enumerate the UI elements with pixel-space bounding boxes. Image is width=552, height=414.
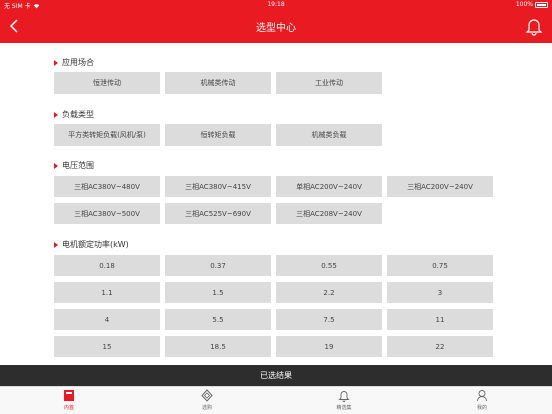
option-load-type[interactable]: 平方类转矩负载(风机/泵) bbox=[54, 124, 160, 146]
option-voltage[interactable]: 单相AC200V~240V bbox=[276, 176, 382, 197]
option-power[interactable]: 0.55 bbox=[276, 255, 382, 276]
option-voltage[interactable]: 三相AC525V~690V bbox=[165, 203, 271, 224]
option-power[interactable]: 0.37 bbox=[165, 255, 271, 276]
option-power[interactable]: 7.5 bbox=[276, 309, 382, 330]
selected-results-button[interactable]: 已选结果 bbox=[0, 365, 552, 386]
triangle-marker-icon bbox=[54, 162, 58, 169]
option-power[interactable]: 19 bbox=[276, 336, 382, 357]
nav-bar: 选型中心 bbox=[0, 10, 552, 43]
bell-icon[interactable] bbox=[524, 16, 544, 36]
status-time: 19:18 bbox=[267, 1, 285, 8]
option-power[interactable]: 11 bbox=[387, 309, 493, 330]
section-label: 应用场合 bbox=[62, 58, 94, 67]
option-power[interactable]: 1.5 bbox=[165, 282, 271, 303]
option-power[interactable]: 22 bbox=[387, 336, 493, 357]
option-application[interactable]: 恒泄传动 bbox=[54, 72, 160, 94]
option-power[interactable]: 0.18 bbox=[54, 255, 160, 276]
triangle-marker-icon bbox=[54, 111, 58, 118]
section-label: 负载类型 bbox=[62, 110, 94, 119]
tab-label: 内首 bbox=[63, 405, 74, 411]
section-title-application: 应用场合 bbox=[54, 57, 94, 68]
tab-label: 我的 bbox=[476, 405, 487, 411]
option-load-type[interactable]: 机械类负载 bbox=[276, 124, 382, 146]
home-icon bbox=[64, 390, 74, 401]
option-voltage[interactable]: 三相AC200V~240V bbox=[387, 176, 493, 197]
selection-content: 应用场合 恒泄传动 机械类传动 工业传动 负载类型 平方类转矩负载(风机/泵) … bbox=[0, 43, 552, 365]
section-title-load-type: 负载类型 bbox=[54, 109, 94, 120]
tab-shop[interactable]: 选购 bbox=[177, 389, 237, 411]
section-label: 电压范围 bbox=[62, 161, 94, 170]
option-application[interactable]: 工业传动 bbox=[276, 72, 382, 94]
tab-label: 精选集 bbox=[336, 405, 352, 411]
option-load-type[interactable]: 恒转矩负载 bbox=[165, 124, 271, 146]
option-power[interactable]: 2.2 bbox=[276, 282, 382, 303]
option-voltage[interactable]: 三相AC208V~240V bbox=[276, 203, 382, 224]
option-power[interactable]: 18.5 bbox=[165, 336, 271, 357]
status-bar: 无 SIM 卡 19:18 100% bbox=[0, 0, 552, 10]
page-title: 选型中心 bbox=[256, 23, 296, 34]
option-voltage[interactable]: 三相AC380V~480V bbox=[54, 176, 160, 197]
option-power[interactable]: 4 bbox=[54, 309, 160, 330]
person-icon bbox=[477, 390, 487, 402]
triangle-marker-icon bbox=[54, 59, 58, 66]
tab-home[interactable]: 内首 bbox=[39, 389, 99, 411]
option-power[interactable]: 0.75 bbox=[387, 255, 493, 276]
status-right: 100% bbox=[516, 1, 548, 8]
battery-icon bbox=[535, 1, 548, 8]
tab-label: 选购 bbox=[201, 405, 212, 411]
option-power[interactable]: 1.1 bbox=[54, 282, 160, 303]
tab-account[interactable]: 我的 bbox=[452, 389, 512, 411]
battery-percent: 100% bbox=[515, 1, 533, 8]
option-application[interactable]: 机械类传动 bbox=[165, 72, 271, 94]
tab-collection[interactable]: 精选集 bbox=[314, 389, 374, 411]
option-voltage[interactable]: 三相AC380V~500V bbox=[54, 203, 160, 224]
bell-icon bbox=[338, 391, 350, 402]
option-power[interactable]: 15 bbox=[54, 336, 160, 357]
triangle-marker-icon bbox=[54, 241, 58, 248]
section-title-voltage: 电压范围 bbox=[54, 160, 94, 171]
option-voltage[interactable]: 三相AC380V~415V bbox=[165, 176, 271, 197]
option-power[interactable]: 5.5 bbox=[165, 309, 271, 330]
option-power[interactable]: 3 bbox=[387, 282, 493, 303]
section-title-power: 电机额定功率(kW) bbox=[54, 239, 129, 250]
section-label: 电机额定功率(kW) bbox=[62, 240, 129, 249]
diamond-icon bbox=[201, 389, 213, 402]
tab-bar: 内首 选购 精选集 我的 bbox=[0, 386, 552, 414]
